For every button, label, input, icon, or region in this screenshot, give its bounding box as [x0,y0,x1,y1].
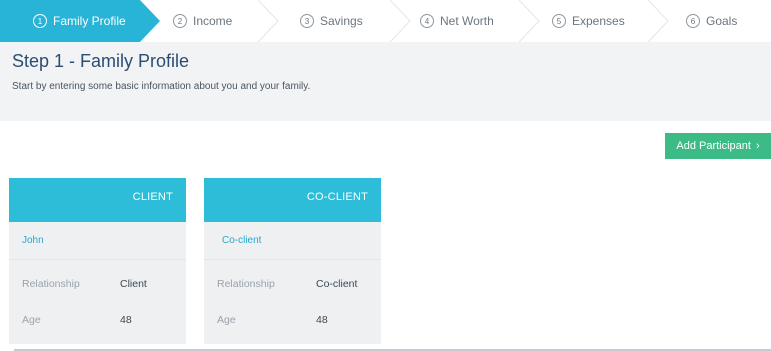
card-role-label: CLIENT [132,191,173,203]
step-expenses[interactable]: 5 Expenses [552,0,625,42]
participant-card-co-client: CO-CLIENT Co-client Relationship Co-clie… [204,178,381,344]
step-separator [519,0,540,42]
card-divider [9,259,186,260]
step-income[interactable]: 2 Income [173,0,232,42]
participant-name-link[interactable]: John [22,235,44,246]
step-label: Expenses [572,14,625,28]
relationship-value: Co-client [316,278,358,290]
step-label: Family Profile [53,14,126,28]
card-header: CLIENT [9,178,186,222]
chevron-right-icon: › [755,140,760,152]
step-label: Net Worth [440,14,494,28]
relationship-value: Client [120,278,147,290]
step-savings[interactable]: 3 Savings [300,0,363,42]
step-label: Savings [320,14,363,28]
step-net-worth[interactable]: 4 Net Worth [420,0,494,42]
participant-name-link[interactable]: Co-client [222,235,261,246]
step-number-icon: 4 [420,14,434,28]
age-value: 48 [120,314,132,326]
age-label: Age [22,314,41,326]
step-label: Income [193,14,233,28]
step-number-icon: 1 [33,14,47,28]
relationship-label: Relationship [217,278,275,290]
step-header: Step 1 - Family Profile Start by enterin… [0,42,771,121]
card-header: CO-CLIENT [204,178,381,222]
step-label: Goals [706,14,738,28]
step-number-icon: 6 [686,14,700,28]
age-label: Age [217,314,236,326]
step-family-profile[interactable]: 1 Family Profile [33,0,126,42]
age-value: 48 [316,314,328,326]
step-number-icon: 5 [552,14,566,28]
step-goals[interactable]: 6 Goals [686,0,737,42]
step-separator [390,0,411,42]
page-subtitle: Start by entering some basic information… [12,81,311,92]
participant-card-client: CLIENT John Relationship Client Age 48 [9,178,186,344]
relationship-label: Relationship [22,278,80,290]
step-number-icon: 2 [173,14,187,28]
card-role-label: CO-CLIENT [306,191,368,203]
page-title: Step 1 - Family Profile [12,51,190,71]
wizard-steps: 1 Family Profile 2 Income 3 Savings 4 Ne… [0,0,771,42]
add-participant-label: Add Participant [676,140,751,152]
step-number-icon: 3 [300,14,314,28]
card-divider [204,259,381,260]
step-separator [258,0,279,42]
step-separator [648,0,669,42]
add-participant-button[interactable]: Add Participant › [665,133,771,159]
